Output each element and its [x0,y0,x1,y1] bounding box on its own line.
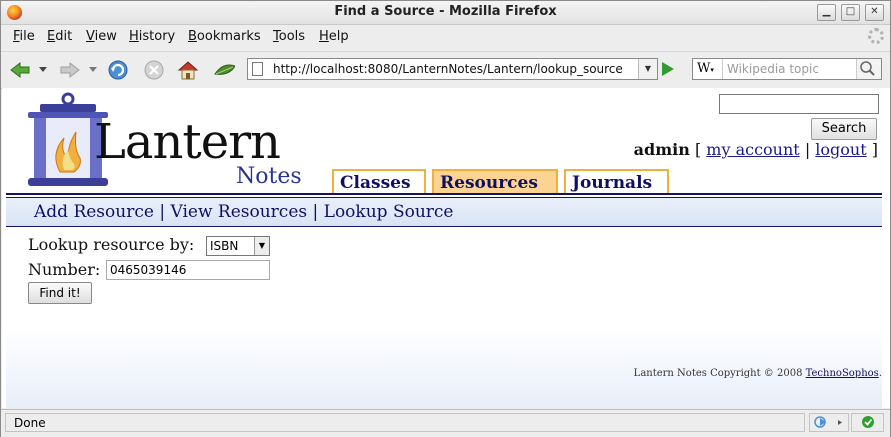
menu-bar: File Edit View History Bookmarks Tools H… [1,25,890,49]
url-dropdown-icon[interactable]: ▼ [638,59,657,79]
bracket-open: [ [694,140,702,159]
search-button[interactable]: Search [811,118,877,140]
throbber-icon [868,28,884,44]
page-content: Lantern Notes Search admin [ my account … [2,88,882,408]
menu-history[interactable]: History [129,29,175,44]
menu-file[interactable]: File [13,29,35,44]
view-resources-link[interactable]: View Resources [170,202,307,222]
forward-arrow-icon[interactable] [59,59,81,81]
close-icon[interactable]: ✕ [865,4,884,21]
bracket-close: ] [871,140,878,159]
go-arrow-icon[interactable] [662,62,674,76]
web-search-box[interactable]: W▾ Wikipedia topic [692,58,882,80]
lookup-type-select[interactable]: ISBN ▼ [206,236,270,256]
logo-subtext: Notes [236,164,302,189]
copyright-text: Lantern Notes Copyright © 2008 [633,368,803,379]
forward-dropdown-icon[interactable] [87,59,99,81]
back-dropdown-icon[interactable] [37,59,49,81]
number-input[interactable]: 0465039146 [106,260,270,280]
my-account-link[interactable]: my account [706,140,799,159]
lookup-form: Lookup resource by: ISBN ▼ Number: 04650… [6,227,882,408]
security-check-icon[interactable] [851,413,884,432]
content-edge [882,88,890,408]
user-bar: admin [ my account | logout ] [634,140,878,159]
logo-text: Lantern [94,114,281,170]
lookup-type-value: ISBN [210,239,239,253]
number-label: Number: [28,260,101,279]
home-icon[interactable] [177,59,199,81]
user-separator: | [804,140,811,159]
lookup-by-label: Lookup resource by: [28,235,195,254]
reload-icon[interactable] [107,59,129,81]
logout-link[interactable]: logout [815,140,866,159]
url-bar[interactable]: http://localhost:8080/LanternNotes/Lante… [247,58,658,80]
tab-journals[interactable]: Journals [564,169,669,193]
menu-help[interactable]: Help [319,29,349,44]
menu-bookmarks[interactable]: Bookmarks [188,29,261,44]
subnav-separator: | [312,202,319,222]
sub-navigation: Add Resource | View Resources | Lookup S… [6,198,882,227]
username: admin [633,140,690,159]
tab-resources[interactable]: Resources [432,169,558,193]
browser-window: Find a Source - Mozilla Firefox ▁ □ ✕ Fi… [0,0,891,437]
wikipedia-engine-icon[interactable]: W▾ [693,59,723,79]
url-text[interactable]: http://localhost:8080/LanternNotes/Lante… [273,62,635,76]
menu-view[interactable]: View [86,29,117,44]
select-arrow-icon[interactable]: ▼ [254,237,269,255]
site-search-input[interactable] [719,94,879,114]
find-it-button[interactable]: Find it! [28,282,92,304]
web-search-placeholder[interactable]: Wikipedia topic [727,62,819,76]
title-bar: Find a Source - Mozilla Firefox ▁ □ ✕ [1,1,890,25]
magnifier-icon[interactable] [856,59,881,79]
subnav-separator: | [159,202,166,222]
navigation-toolbar: http://localhost:8080/LanternNotes/Lante… [1,51,890,89]
tab-classes[interactable]: Classes [332,169,426,193]
menu-tools[interactable]: Tools [273,29,305,44]
leaf-bookmark-icon[interactable] [213,59,235,81]
stop-icon[interactable] [143,59,165,81]
status-text: Done [5,413,805,432]
status-sync-icon[interactable] [809,413,849,432]
maximize-icon[interactable]: □ [841,4,860,21]
header-rule [6,193,882,195]
minimize-icon[interactable]: ▁ [817,4,836,21]
page-icon [252,62,263,76]
back-arrow-icon[interactable] [9,59,31,81]
footer-copyright: Lantern Notes Copyright © 2008 TechnoSop… [634,368,882,379]
status-bar: Done [1,409,890,437]
technosophos-link[interactable]: TechnoSophos [806,368,879,379]
window-title: Find a Source - Mozilla Firefox [334,4,557,19]
menu-edit[interactable]: Edit [47,29,72,44]
lantern-logo[interactable]: Lantern Notes [24,92,314,192]
lookup-source-link[interactable]: Lookup Source [324,202,454,222]
add-resource-link[interactable]: Add Resource [34,202,154,222]
